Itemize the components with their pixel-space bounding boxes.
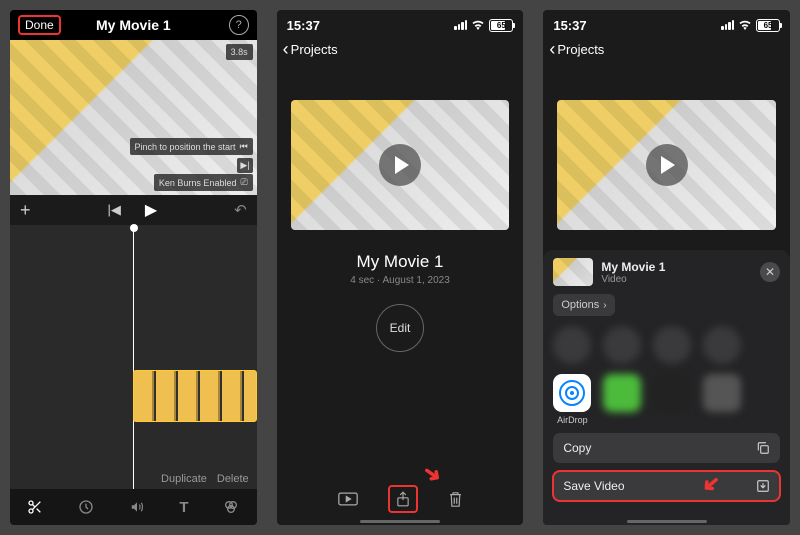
contacts-row	[553, 326, 780, 364]
nav-bar: ‹ Projects	[277, 36, 524, 62]
text-icon[interactable]: T	[179, 499, 188, 516]
skip-start-icon[interactable]: |◀	[107, 202, 120, 218]
share-app[interactable]	[703, 374, 741, 412]
done-button[interactable]: Done	[18, 15, 61, 35]
trash-icon[interactable]	[448, 491, 463, 508]
apps-row: AirDrop	[553, 374, 780, 425]
status-bar: 15:37 65	[277, 10, 524, 36]
imovie-project-screen: 15:37 65 ‹ Projects My Movie 1 4 sec · A…	[277, 10, 524, 525]
back-chevron-icon[interactable]: ‹	[283, 40, 289, 58]
project-preview	[557, 100, 776, 230]
edit-tools-bar: T	[10, 489, 257, 525]
editor-header: Done My Movie 1 ?	[10, 10, 257, 40]
edit-button[interactable]: Edit	[376, 304, 424, 352]
airdrop-label: AirDrop	[557, 415, 588, 425]
back-chevron-icon[interactable]: ‹	[549, 40, 555, 58]
volume-icon[interactable]	[129, 500, 145, 514]
help-icon[interactable]: ?	[229, 15, 249, 35]
next-frame-button[interactable]: ▶|	[237, 158, 252, 173]
share-sheet-header: My Movie 1 Video ✕	[553, 258, 780, 286]
play-rect-icon[interactable]	[338, 492, 358, 506]
video-clip[interactable]	[133, 370, 256, 422]
duplicate-button[interactable]: Duplicate	[161, 473, 207, 485]
back-label[interactable]: Projects	[291, 42, 338, 57]
imovie-editor-screen: Done My Movie 1 ? ➜ 3.8s Pinch to positi…	[10, 10, 257, 525]
airdrop-icon	[559, 380, 585, 406]
kenburns-hint: Ken Burns Enabled⎚	[154, 174, 253, 191]
download-icon	[756, 479, 770, 493]
undo-button[interactable]: ↶	[234, 201, 247, 219]
share-sheet-screen: 15:37 65 ‹ Projects My Movie 1 Video ✕ O…	[543, 10, 790, 525]
battery-icon: 65	[756, 19, 780, 32]
share-app[interactable]	[653, 374, 691, 412]
project-info: My Movie 1 4 sec · August 1, 2023	[277, 252, 524, 286]
duration-badge: 3.8s	[226, 44, 253, 60]
playhead[interactable]	[133, 225, 134, 489]
play-overlay-button[interactable]	[379, 144, 421, 186]
airdrop-button[interactable]	[553, 374, 591, 412]
save-video-action[interactable]: Save Video	[553, 471, 780, 501]
project-title: My Movie 1	[277, 252, 524, 272]
share-sheet: My Movie 1 Video ✕ Options› AirDrop Copy	[543, 250, 790, 525]
playback-toolbar: + |◀ ▶ ↶	[10, 195, 257, 225]
share-app[interactable]	[603, 374, 641, 412]
home-indicator	[360, 520, 440, 523]
contact-avatar[interactable]	[603, 326, 641, 364]
contact-avatar[interactable]	[703, 326, 741, 364]
status-time: 15:37	[553, 18, 586, 33]
contact-avatar[interactable]	[553, 326, 591, 364]
chevron-right-icon: ›	[603, 300, 606, 311]
signal-icon	[721, 20, 734, 30]
add-media-button[interactable]: +	[20, 200, 31, 221]
status-time: 15:37	[287, 18, 320, 33]
rewind-icon: ⏮	[240, 141, 248, 152]
play-icon	[395, 156, 409, 174]
home-indicator	[627, 520, 707, 523]
play-overlay-button[interactable]	[646, 144, 688, 186]
display-icon: ⎚	[240, 177, 247, 188]
share-subtitle: Video	[601, 274, 665, 285]
wifi-icon	[738, 20, 752, 30]
options-button[interactable]: Options›	[553, 294, 614, 316]
share-button[interactable]	[388, 485, 418, 513]
bottom-toolbar	[277, 479, 524, 519]
play-button[interactable]: ▶	[145, 200, 157, 220]
project-preview[interactable]	[291, 100, 510, 230]
battery-icon: 65	[489, 19, 513, 32]
copy-icon	[756, 441, 770, 455]
copy-action[interactable]: Copy	[553, 433, 780, 463]
project-subtitle: 4 sec · August 1, 2023	[277, 275, 524, 286]
filters-icon[interactable]	[223, 499, 239, 515]
share-thumbnail	[553, 258, 593, 286]
contact-avatar[interactable]	[653, 326, 691, 364]
status-bar: 15:37 65	[543, 10, 790, 36]
signal-icon	[454, 20, 467, 30]
wifi-icon	[471, 20, 485, 30]
play-icon	[661, 156, 675, 174]
speed-icon[interactable]	[78, 499, 94, 515]
nav-bar: ‹ Projects	[543, 36, 790, 62]
pinch-hint: Pinch to position the start⏮	[130, 138, 253, 155]
timeline[interactable]: Duplicate Delete	[10, 225, 257, 489]
share-title: My Movie 1	[601, 260, 665, 274]
back-label[interactable]: Projects	[557, 42, 604, 57]
delete-button[interactable]: Delete	[217, 473, 249, 485]
video-preview[interactable]: 3.8s Pinch to position the start⏮ ▶| Ken…	[10, 40, 257, 195]
close-button[interactable]: ✕	[760, 262, 780, 282]
scissors-icon[interactable]	[27, 499, 43, 515]
